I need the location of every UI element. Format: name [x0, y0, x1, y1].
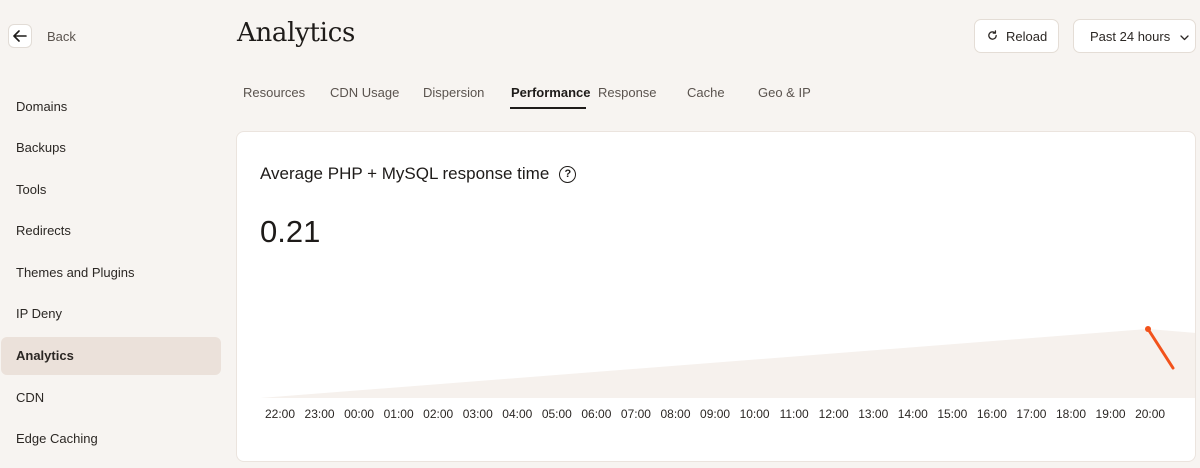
x-tick-label: 17:00: [1016, 407, 1046, 421]
metric-value: 0.21: [260, 214, 321, 249]
sidebar-item-tools[interactable]: Tools: [1, 170, 221, 208]
tab-performance[interactable]: Performance: [498, 85, 598, 109]
x-tick-label: 08:00: [660, 407, 690, 421]
arrow-left-icon: [8, 24, 32, 48]
x-tick-label: 20:00: [1135, 407, 1165, 421]
x-tick-label: 13:00: [858, 407, 888, 421]
x-tick-label: 15:00: [937, 407, 967, 421]
sidebar-item-themes-and-plugins[interactable]: Themes and Plugins: [1, 253, 221, 291]
sidebar-item-redirects[interactable]: Redirects: [1, 212, 221, 250]
tab-resources[interactable]: Resources: [243, 85, 330, 109]
sidebar: Back Domains Backups Tools Redirects The…: [0, 0, 230, 468]
x-tick-label: 02:00: [423, 407, 453, 421]
chevron-down-icon: [1180, 29, 1189, 44]
time-range-select[interactable]: Past 24 hours: [1073, 19, 1196, 53]
analytics-tabs: Resources CDN Usage Dispersion Performan…: [237, 85, 828, 109]
back-label: Back: [47, 28, 76, 44]
reload-button[interactable]: Reload: [974, 19, 1059, 53]
chart-area: [260, 329, 1195, 398]
tab-response[interactable]: Response: [598, 85, 687, 109]
card-title-text: Average PHP + MySQL response time: [260, 164, 550, 183]
tab-cdn-usage[interactable]: CDN Usage: [330, 85, 423, 109]
back-button[interactable]: Back: [8, 24, 76, 48]
sidebar-nav: Domains Backups Tools Redirects Themes a…: [0, 87, 230, 461]
time-range-label: Past 24 hours: [1090, 28, 1171, 44]
sidebar-item-backups[interactable]: Backups: [1, 129, 221, 167]
x-tick-label: 14:00: [898, 407, 928, 421]
x-tick-label: 03:00: [463, 407, 493, 421]
x-tick-label: 11:00: [780, 407, 809, 421]
x-tick-label: 01:00: [384, 407, 414, 421]
x-tick-label: 00:00: [344, 407, 374, 421]
x-tick-label: 19:00: [1096, 407, 1126, 421]
x-tick-label: 22:00: [265, 407, 295, 421]
reload-label: Reload: [1006, 28, 1048, 44]
page-title: Analytics: [237, 18, 355, 48]
x-tick-label: 12:00: [819, 407, 849, 421]
x-tick-label: 06:00: [581, 407, 611, 421]
reload-icon: [987, 29, 998, 44]
sidebar-item-edge-caching[interactable]: Edge Caching: [1, 420, 221, 458]
help-icon[interactable]: ?: [559, 165, 577, 183]
x-tick-label: 23:00: [305, 407, 335, 421]
x-tick-label: 05:00: [542, 407, 572, 421]
sidebar-item-cdn[interactable]: CDN: [1, 378, 221, 416]
response-time-card: 22:00 23:00 00:00 01:00 02:00 03:00 04:00 05:00…: [236, 131, 1196, 462]
x-tick-label: 04:00: [502, 407, 532, 421]
sidebar-item-ip-deny[interactable]: IP Deny: [1, 295, 221, 333]
x-tick-label: 16:00: [977, 407, 1007, 421]
tab-geo-ip[interactable]: Geo & IP: [758, 85, 828, 109]
card-title: Average PHP + MySQL response time ?: [260, 164, 577, 184]
x-tick-label: 10:00: [740, 407, 770, 421]
sidebar-item-analytics[interactable]: Analytics: [1, 336, 221, 375]
x-tick-label: 07:00: [621, 407, 651, 421]
sidebar-item-domains[interactable]: Domains: [1, 87, 221, 125]
data-point[interactable]: [1145, 326, 1151, 332]
x-tick-label: 09:00: [700, 407, 730, 421]
x-tick-label: 18:00: [1056, 407, 1086, 421]
tab-cache[interactable]: Cache: [687, 85, 758, 109]
